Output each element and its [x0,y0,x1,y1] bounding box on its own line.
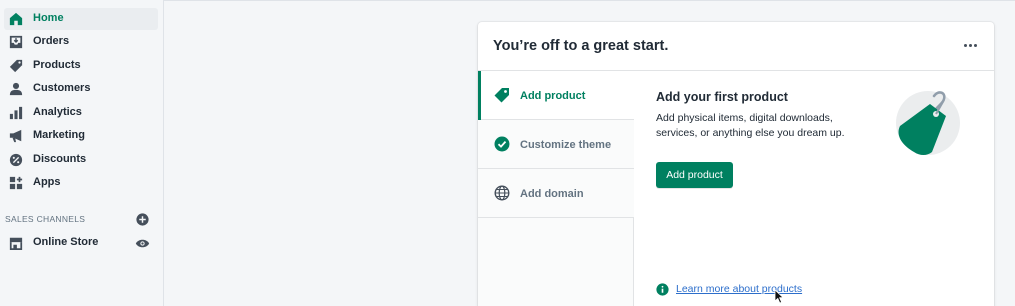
sidebar-item-discounts[interactable]: Discounts [4,149,158,171]
person-icon [8,81,24,97]
tab-label: Add domain [520,188,584,200]
store-icon [8,235,24,251]
home-icon [8,11,24,27]
tab-label: Add product [520,90,586,102]
dot-icon [963,43,967,47]
sidebar-item-label: Orders [33,35,70,47]
top-divider [164,0,1015,1]
card-title: You’re off to a great start. [493,38,669,54]
sales-channels-header: SALES CHANNELS [5,214,86,224]
sidebar-item-orders[interactable]: Orders [4,31,158,53]
dot-icon [968,43,972,47]
panel-description: Add physical items, digital downloads, s… [656,112,845,139]
sidebar-item-label: Analytics [33,106,82,118]
tab-add-product[interactable]: Add product [478,71,634,120]
panel-title: Add your first product [656,90,788,104]
sidebar-item-products[interactable]: Products [4,55,158,77]
sidebar-item-label: Online Store [33,236,99,248]
sidebar-item-label: Home [33,12,64,24]
setup-tabs: Add product Customize theme Add domain [478,71,634,306]
orders-icon [8,34,24,50]
tab-label: Customize theme [520,139,612,151]
eye-icon[interactable] [135,237,150,250]
globe-icon [494,185,510,201]
check-circle-icon [494,136,510,152]
mouse-cursor-icon [774,289,784,304]
apps-icon [8,175,24,191]
sidebar-item-label: Products [33,59,81,71]
sidebar-item-home[interactable]: Home [4,8,158,30]
more-actions-button[interactable] [962,39,978,51]
tab-customize-theme[interactable]: Customize theme [478,120,634,169]
add-product-button[interactable]: Add product [656,162,733,188]
sidebar-item-label: Customers [33,82,91,94]
sidebar: Home Orders Products Customers Analytics… [0,0,164,306]
sidebar-item-label: Discounts [33,153,87,165]
sidebar-item-marketing[interactable]: Marketing [4,125,158,147]
sidebar-item-analytics[interactable]: Analytics [4,102,158,124]
discount-icon [8,152,24,168]
tab-add-domain[interactable]: Add domain [478,169,634,218]
sidebar-item-label: Apps [33,176,61,188]
product-tag-illustration [892,86,962,158]
megaphone-icon [8,128,24,144]
card-header: You’re off to a great start. [478,22,994,71]
sidebar-item-apps[interactable]: Apps [4,172,158,194]
sidebar-item-label: Marketing [33,129,85,141]
tag-icon [8,58,24,74]
tag-icon [494,87,510,103]
add-sales-channel-icon[interactable] [136,213,149,226]
dot-icon [973,43,977,47]
sidebar-item-customers[interactable]: Customers [4,78,158,100]
setup-guide-card: You’re off to a great start. Add product… [478,22,994,306]
bar-chart-icon [8,105,24,121]
info-icon [656,282,669,296]
